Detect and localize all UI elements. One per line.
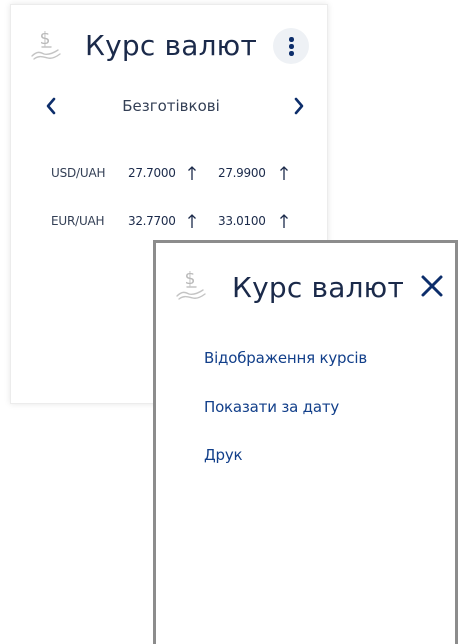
rate-mode-label: Безготівкові: [122, 97, 220, 115]
arrow-up-icon: [187, 165, 197, 181]
svg-text:$: $: [185, 269, 196, 289]
chevron-right-icon[interactable]: [283, 91, 313, 121]
currency-pair: EUR/UAH: [51, 214, 105, 228]
options-menu-panel: $ Курс валют Відображення курсів Показат…: [153, 240, 458, 644]
menu-item-print[interactable]: Друк: [204, 446, 243, 464]
kebab-menu-icon: [289, 37, 294, 42]
arrow-up-icon: [279, 213, 289, 229]
chevron-left-icon[interactable]: [37, 91, 67, 121]
menu-item-show-by-date[interactable]: Показати за дату: [204, 398, 339, 416]
menu-title: Курс валют: [232, 271, 404, 304]
menu-header: $ Курс валют: [156, 243, 455, 323]
rate-mode-switcher: Безготівкові: [11, 91, 327, 121]
menu-item-display-rates[interactable]: Відображення курсів: [204, 349, 367, 367]
sell-rate: 33.0100: [218, 214, 266, 228]
buy-rate: 32.7700: [128, 214, 176, 228]
svg-text:$: $: [40, 29, 51, 49]
widget-header: $ Курс валют: [11, 5, 327, 85]
screen: $ Курс валют Безготівкові USD/UAH 27.700…: [0, 0, 458, 644]
rate-row-eur: EUR/UAH 32.7700 33.0100: [11, 211, 327, 233]
kebab-menu-button[interactable]: [273, 28, 309, 64]
rate-row-usd: USD/UAH 27.7000 27.9900: [11, 163, 327, 185]
arrow-up-icon: [279, 165, 289, 181]
widget-title: Курс валют: [85, 29, 257, 62]
dollar-hand-icon: $: [174, 267, 208, 301]
buy-rate: 27.7000: [128, 166, 176, 180]
close-icon[interactable]: [419, 273, 445, 299]
arrow-up-icon: [187, 213, 197, 229]
dollar-hand-icon: $: [29, 27, 63, 61]
currency-pair: USD/UAH: [51, 166, 106, 180]
sell-rate: 27.9900: [218, 166, 266, 180]
